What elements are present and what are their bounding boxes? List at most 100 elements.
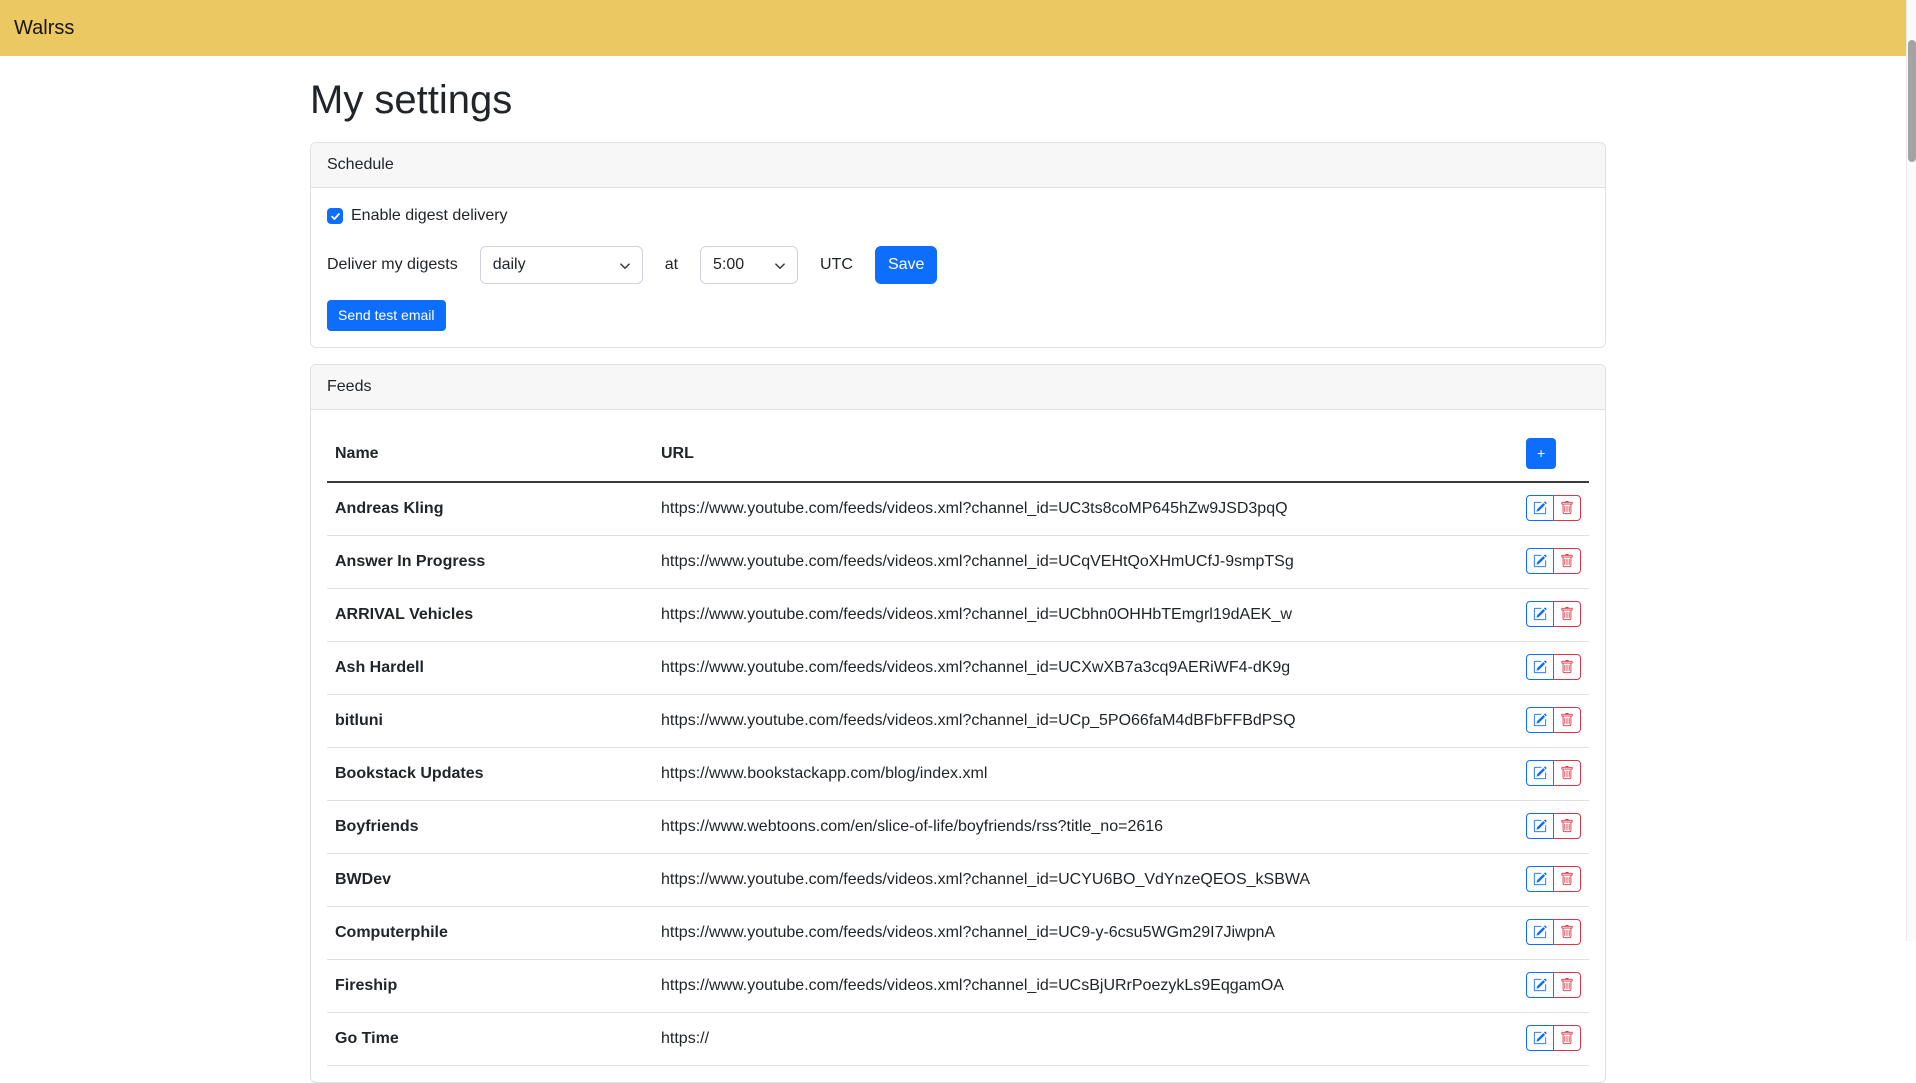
delete-feed-button[interactable]: [1553, 1025, 1581, 1051]
edit-feed-button[interactable]: [1526, 601, 1554, 627]
feed-actions: [1526, 495, 1581, 521]
feed-url: https://: [653, 1013, 1518, 1066]
feed-actions: [1526, 1025, 1581, 1051]
delete-feed-button[interactable]: [1553, 813, 1581, 839]
delete-feed-button[interactable]: [1553, 654, 1581, 680]
edit-feed-button[interactable]: [1526, 760, 1554, 786]
pencil-square-icon: [1533, 766, 1547, 780]
digest-schedule-row: Deliver my digests daily at 5:00 UTC Sav…: [327, 246, 1589, 284]
feeds-table-header-row: Name URL +: [327, 426, 1589, 482]
pencil-square-icon: [1533, 607, 1547, 621]
column-header-name: Name: [327, 426, 653, 482]
schedule-card-body: Enable digest delivery Deliver my digest…: [311, 188, 1605, 347]
feed-url: https://www.youtube.com/feeds/videos.xml…: [653, 960, 1518, 1013]
feed-actions: [1526, 707, 1581, 733]
edit-feed-button[interactable]: [1526, 1025, 1554, 1051]
trash-icon: [1560, 554, 1574, 568]
trash-icon: [1560, 978, 1574, 992]
trash-icon: [1560, 766, 1574, 780]
pencil-square-icon: [1533, 872, 1547, 886]
feed-row: Ash Hardell https://www.youtube.com/feed…: [327, 642, 1589, 695]
send-test-email-button[interactable]: Send test email: [327, 300, 446, 331]
trash-icon: [1560, 819, 1574, 833]
chevron-down-icon: [619, 260, 631, 272]
pencil-square-icon: [1533, 713, 1547, 727]
check-icon: [330, 211, 341, 222]
delete-feed-button[interactable]: [1553, 707, 1581, 733]
feed-actions: [1526, 654, 1581, 680]
timezone-label: UTC: [820, 253, 853, 277]
add-feed-button[interactable]: +: [1526, 438, 1556, 469]
feed-name: Go Time: [327, 1013, 653, 1066]
feed-actions: [1526, 813, 1581, 839]
feed-name: bitluni: [327, 695, 653, 748]
feed-row: Fireship https://www.youtube.com/feeds/v…: [327, 960, 1589, 1013]
feed-actions: [1526, 548, 1581, 574]
feed-actions: [1526, 601, 1581, 627]
time-select[interactable]: 5:00: [700, 246, 798, 284]
app-brand[interactable]: Walrss: [14, 13, 74, 43]
save-button[interactable]: Save: [875, 246, 937, 284]
delete-feed-button[interactable]: [1553, 495, 1581, 521]
edit-feed-button[interactable]: [1526, 866, 1554, 892]
trash-icon: [1560, 925, 1574, 939]
feed-name: Ash Hardell: [327, 642, 653, 695]
edit-feed-button[interactable]: [1526, 654, 1554, 680]
navbar: Walrss: [0, 0, 1916, 56]
main-content: My settings Schedule Enable digest deliv…: [298, 56, 1618, 1083]
delete-feed-button[interactable]: [1553, 760, 1581, 786]
deliver-label: Deliver my digests: [327, 253, 458, 277]
feed-row: ARRIVAL Vehicles https://www.youtube.com…: [327, 589, 1589, 642]
pencil-square-icon: [1533, 660, 1547, 674]
column-header-url: URL: [653, 426, 1518, 482]
edit-feed-button[interactable]: [1526, 813, 1554, 839]
trash-icon: [1560, 607, 1574, 621]
feeds-table: Name URL + Andreas Kling https://www.you…: [327, 426, 1589, 1066]
trash-icon: [1560, 1031, 1574, 1045]
feed-url: https://www.youtube.com/feeds/videos.xml…: [653, 589, 1518, 642]
at-label: at: [665, 253, 678, 277]
feed-url: https://www.bookstackapp.com/blog/index.…: [653, 748, 1518, 801]
feed-name: ARRIVAL Vehicles: [327, 589, 653, 642]
delete-feed-button[interactable]: [1553, 548, 1581, 574]
feed-url: https://www.youtube.com/feeds/videos.xml…: [653, 854, 1518, 907]
feed-actions: [1526, 760, 1581, 786]
feed-name: BWDev: [327, 854, 653, 907]
pencil-square-icon: [1533, 1031, 1547, 1045]
edit-feed-button[interactable]: [1526, 707, 1554, 733]
enable-digest-label[interactable]: Enable digest delivery: [351, 204, 508, 228]
scrollbar[interactable]: [1906, 0, 1916, 941]
trash-icon: [1560, 713, 1574, 727]
scrollbar-thumb[interactable]: [1908, 40, 1916, 162]
schedule-card-header: Schedule: [311, 143, 1605, 188]
enable-digest-row: Enable digest delivery: [327, 204, 1589, 228]
feed-url: https://www.youtube.com/feeds/videos.xml…: [653, 642, 1518, 695]
pencil-square-icon: [1533, 501, 1547, 515]
delete-feed-button[interactable]: [1553, 919, 1581, 945]
edit-feed-button[interactable]: [1526, 495, 1554, 521]
feed-name: Bookstack Updates: [327, 748, 653, 801]
enable-digest-checkbox[interactable]: [327, 208, 343, 224]
feed-row: Computerphile https://www.youtube.com/fe…: [327, 907, 1589, 960]
chevron-down-icon: [774, 260, 786, 272]
delete-feed-button[interactable]: [1553, 972, 1581, 998]
feeds-card: Feeds Name URL + Andreas Kling https://w…: [310, 364, 1606, 1083]
feed-row: Boyfriends https://www.webtoons.com/en/s…: [327, 801, 1589, 854]
feeds-card-body: Name URL + Andreas Kling https://www.you…: [311, 410, 1605, 1082]
feed-name: Fireship: [327, 960, 653, 1013]
delete-feed-button[interactable]: [1553, 866, 1581, 892]
edit-feed-button[interactable]: [1526, 548, 1554, 574]
frequency-select[interactable]: daily: [480, 246, 643, 284]
feed-row: Go Time https://: [327, 1013, 1589, 1066]
delete-feed-button[interactable]: [1553, 601, 1581, 627]
time-value: 5:00: [713, 253, 744, 277]
edit-feed-button[interactable]: [1526, 919, 1554, 945]
feed-url: https://www.youtube.com/feeds/videos.xml…: [653, 907, 1518, 960]
edit-feed-button[interactable]: [1526, 972, 1554, 998]
pencil-square-icon: [1533, 978, 1547, 992]
feed-actions: [1526, 972, 1581, 998]
trash-icon: [1560, 501, 1574, 515]
pencil-square-icon: [1533, 819, 1547, 833]
feed-url: https://www.webtoons.com/en/slice-of-lif…: [653, 801, 1518, 854]
feed-row: Answer In Progress https://www.youtube.c…: [327, 536, 1589, 589]
